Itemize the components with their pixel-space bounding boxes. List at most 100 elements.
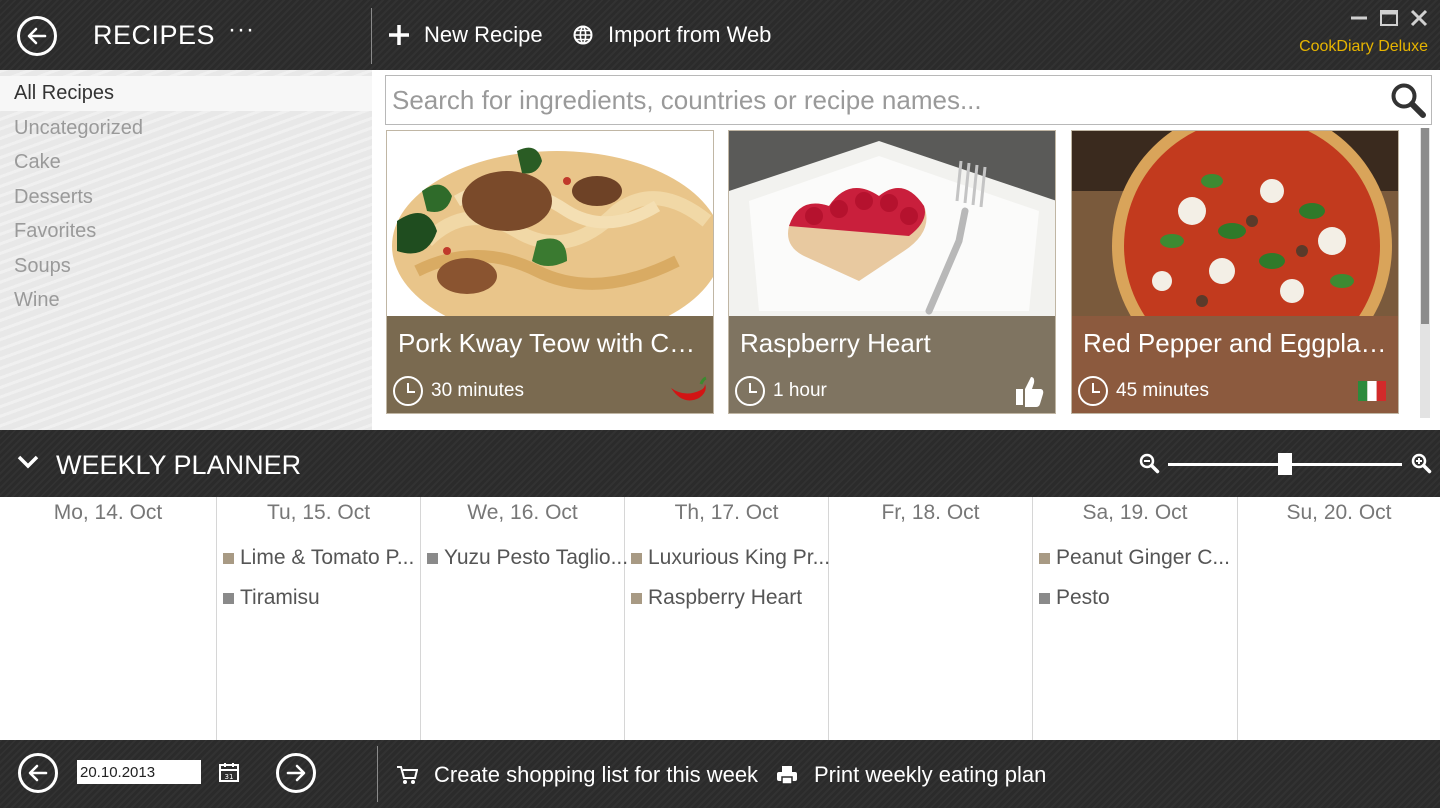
meal-name: Yuzu Pesto Taglio... (444, 546, 629, 569)
meal-bullet (1039, 552, 1050, 564)
zoom-in-icon[interactable] (1410, 452, 1432, 474)
recipe-info-panel: Pork Kway Teow with Chilli... 30 minutes (387, 316, 713, 413)
import-from-web-button[interactable]: Import from Web (572, 22, 771, 48)
recipe-scrollbar[interactable] (1420, 128, 1430, 418)
planned-meal[interactable]: Luxurious King Pr... (631, 546, 830, 570)
recipe-info-panel: Red Pepper and Eggplant... 45 minutes (1072, 316, 1398, 413)
create-shopping-list-button[interactable]: Create shopping list for this week (396, 762, 758, 788)
recipe-time: 30 minutes (393, 376, 524, 406)
recipe-card[interactable]: Pork Kway Teow with Chilli... 30 minutes (386, 130, 714, 414)
recipe-time: 1 hour (735, 376, 827, 406)
planned-meal[interactable]: Pesto (1039, 586, 1110, 610)
planned-meal[interactable]: Yuzu Pesto Taglio... (427, 546, 628, 570)
recipe-photo-raspberry-heart (729, 131, 1055, 316)
globe-icon (572, 24, 594, 46)
recipe-card[interactable]: Raspberry Heart 1 hour (728, 130, 1056, 414)
italy-flag-icon (1352, 374, 1392, 408)
previous-week-button[interactable] (18, 753, 58, 793)
recipe-photo-pizza (1072, 131, 1398, 316)
minimize-button[interactable] (1348, 8, 1370, 28)
meal-bullet (427, 552, 438, 564)
meal-bullet (631, 592, 642, 604)
day-label: Th, 17. Oct (674, 501, 779, 524)
meal-name: Lime & Tomato P... (240, 546, 415, 569)
thumbs-up-icon (1009, 374, 1049, 408)
meal-name: Tiramisu (240, 586, 320, 609)
planned-meal[interactable]: Raspberry Heart (631, 586, 802, 610)
bottombar-divider (377, 746, 378, 802)
recipe-time-label: 1 hour (773, 380, 827, 401)
day-column-tuesday[interactable]: Tu, 15. Oct Lime & Tomato P... Tiramisu (217, 497, 421, 740)
planner-title: WEEKLY PLANNER (56, 450, 302, 480)
collapse-planner-button[interactable] (16, 452, 40, 477)
search-input[interactable] (386, 76, 1376, 124)
arrow-left-icon (27, 27, 47, 45)
day-column-saturday[interactable]: Sa, 19. Oct Peanut Ginger C... Pesto (1033, 497, 1238, 740)
import-from-web-label: Import from Web (608, 22, 772, 47)
category-cake[interactable]: Cake (0, 145, 372, 180)
meal-bullet (223, 592, 234, 604)
next-week-button[interactable] (276, 753, 316, 793)
meal-name: Raspberry Heart (648, 586, 803, 609)
close-icon (1410, 9, 1428, 27)
arrow-left-icon (28, 764, 48, 782)
close-button[interactable] (1408, 8, 1430, 28)
recipe-time-label: 45 minutes (1116, 380, 1209, 401)
category-wine[interactable]: Wine (0, 283, 372, 318)
day-column-friday[interactable]: Fr, 18. Oct (829, 497, 1033, 740)
category-favorites[interactable]: Favorites (0, 214, 372, 249)
date-field[interactable] (77, 760, 201, 784)
day-column-monday[interactable]: Mo, 14. Oct (0, 497, 217, 740)
category-desserts[interactable]: Desserts (0, 180, 372, 215)
calendar-icon[interactable]: 31 (218, 761, 240, 788)
day-column-wednesday[interactable]: We, 16. Oct Yuzu Pesto Taglio... (421, 497, 628, 740)
day-label: Tu, 15. Oct (266, 501, 371, 524)
meal-bullet (631, 552, 642, 564)
day-label: Su, 20. Oct (1286, 501, 1392, 524)
create-shopping-list-label: Create shopping list for this week (434, 762, 759, 787)
day-label: Mo, 14. Oct (53, 501, 163, 524)
chili-icon (667, 374, 707, 408)
planned-meal[interactable]: Tiramisu (223, 586, 320, 610)
week-grid: Mo, 14. Oct Tu, 15. Oct Lime & Tomato P.… (0, 497, 1440, 740)
planned-meal[interactable]: Lime & Tomato P... (223, 546, 414, 570)
new-recipe-label: New Recipe (424, 22, 543, 47)
print-plan-button[interactable]: Print weekly eating plan (776, 762, 1046, 788)
category-uncategorized[interactable]: Uncategorized (0, 111, 372, 146)
meal-name: Luxurious King Pr... (648, 546, 831, 569)
day-column-sunday[interactable]: Su, 20. Oct (1238, 497, 1440, 740)
recipe-name: Red Pepper and Eggplant... (1083, 328, 1391, 358)
clock-icon (735, 376, 765, 406)
category-sidebar: All Recipes Uncategorized Cake Desserts … (0, 70, 372, 430)
recipe-name: Pork Kway Teow with Chilli... (398, 328, 706, 358)
print-plan-label: Print weekly eating plan (814, 762, 1047, 787)
search-icon[interactable] (1389, 81, 1427, 119)
maximize-icon (1380, 10, 1398, 26)
planned-meal[interactable]: Peanut Ginger C... (1039, 546, 1230, 570)
day-label: We, 16. Oct (467, 501, 578, 524)
category-all-recipes[interactable]: All Recipes (0, 76, 372, 111)
recipe-name: Raspberry Heart (740, 328, 931, 358)
zoom-slider-knob[interactable] (1278, 453, 1292, 475)
zoom-out-icon[interactable] (1138, 452, 1160, 474)
zoom-control (1138, 450, 1434, 480)
scrollbar-thumb[interactable] (1421, 128, 1429, 324)
chevron-down-icon (17, 455, 39, 469)
svg-text:31: 31 (225, 773, 234, 781)
day-column-thursday[interactable]: Th, 17. Oct Luxurious King Pr... Raspber… (625, 497, 830, 740)
minimize-icon (1351, 16, 1367, 20)
top-app-bar: RECIPES ··· New Recipe Import from Web C… (0, 0, 1440, 70)
bottom-app-bar: 31 Create shopping list for this week Pr… (0, 740, 1440, 808)
category-soups[interactable]: Soups (0, 249, 372, 284)
recipe-card[interactable]: Red Pepper and Eggplant... 45 minutes (1071, 130, 1399, 414)
new-recipe-button[interactable]: New Recipe (388, 22, 543, 48)
meal-bullet (223, 552, 234, 564)
clock-icon (393, 376, 423, 406)
page-title: RECIPES (93, 20, 216, 50)
back-button[interactable] (17, 16, 57, 56)
recipe-browser: Pork Kway Teow with Chilli... 30 minutes (372, 70, 1440, 430)
clock-icon (1078, 376, 1108, 406)
more-options-button[interactable]: ··· (228, 16, 255, 44)
maximize-button[interactable] (1378, 8, 1400, 28)
meal-name: Peanut Ginger C... (1056, 546, 1230, 569)
